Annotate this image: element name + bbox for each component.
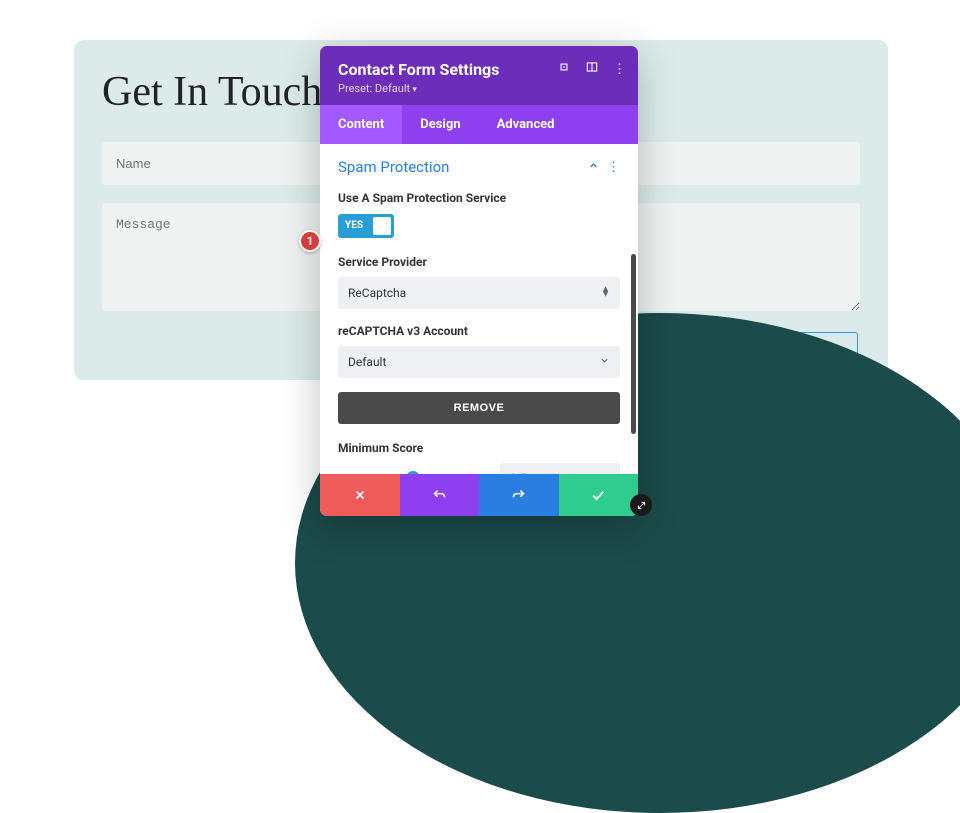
collapse-icon[interactable] <box>588 160 599 175</box>
resize-handle[interactable] <box>630 494 652 516</box>
redo-button[interactable] <box>479 474 559 516</box>
modal-body: Spam Protection ⋮ Use A Spam Protection … <box>320 144 638 474</box>
minimum-score-input[interactable]: 0.5 <box>500 463 620 474</box>
section-kebab-icon[interactable]: ⋮ <box>607 160 620 175</box>
recaptcha-account-select[interactable]: Default <box>338 346 620 378</box>
modal-tabs: Content Design Advanced <box>320 105 638 144</box>
recaptcha-account-label: reCAPTCHA v3 Account <box>338 323 620 339</box>
save-button[interactable] <box>559 474 639 516</box>
remove-button[interactable]: REMOVE <box>338 392 620 424</box>
contact-form-settings-modal: Contact Form Settings Preset: Default ⋮ … <box>320 46 638 516</box>
kebab-icon[interactable]: ⋮ <box>613 62 626 77</box>
step-number: 1 <box>307 234 314 248</box>
step-badge: 1 <box>299 230 321 252</box>
minimum-score-label: Minimum Score <box>338 440 620 456</box>
scrollbar[interactable] <box>631 254 636 434</box>
section-title: Spam Protection <box>338 158 449 176</box>
preset-dropdown[interactable]: Preset: Default <box>338 82 622 95</box>
minimum-score-row: 0.5 <box>338 463 620 474</box>
service-provider-label: Service Provider <box>338 254 620 270</box>
undo-button[interactable] <box>400 474 480 516</box>
modal-header: Contact Form Settings Preset: Default ⋮ <box>320 46 638 105</box>
columns-icon[interactable] <box>585 60 599 78</box>
use-spam-service-toggle[interactable]: YES <box>338 214 394 238</box>
service-provider-select[interactable]: ReCaptcha ▲▼ <box>338 277 620 309</box>
service-provider-value: ReCaptcha <box>348 286 406 300</box>
use-spam-service-label: Use A Spam Protection Service <box>338 190 518 206</box>
toggle-value: YES <box>345 220 363 231</box>
header-icons: ⋮ <box>557 60 626 78</box>
slider-thumb[interactable] <box>406 471 420 474</box>
chevron-down-icon <box>599 355 610 369</box>
section-actions: ⋮ <box>588 160 620 175</box>
section-header: Spam Protection ⋮ <box>338 158 620 176</box>
recaptcha-account-value: Default <box>348 355 386 369</box>
modal-footer <box>320 474 638 516</box>
tab-content[interactable]: Content <box>320 105 402 144</box>
tab-design[interactable]: Design <box>402 105 478 144</box>
expand-icon[interactable] <box>557 60 571 78</box>
tab-advanced[interactable]: Advanced <box>479 105 573 144</box>
cancel-button[interactable] <box>320 474 400 516</box>
updown-icon: ▲▼ <box>601 287 610 298</box>
toggle-knob <box>373 217 391 235</box>
